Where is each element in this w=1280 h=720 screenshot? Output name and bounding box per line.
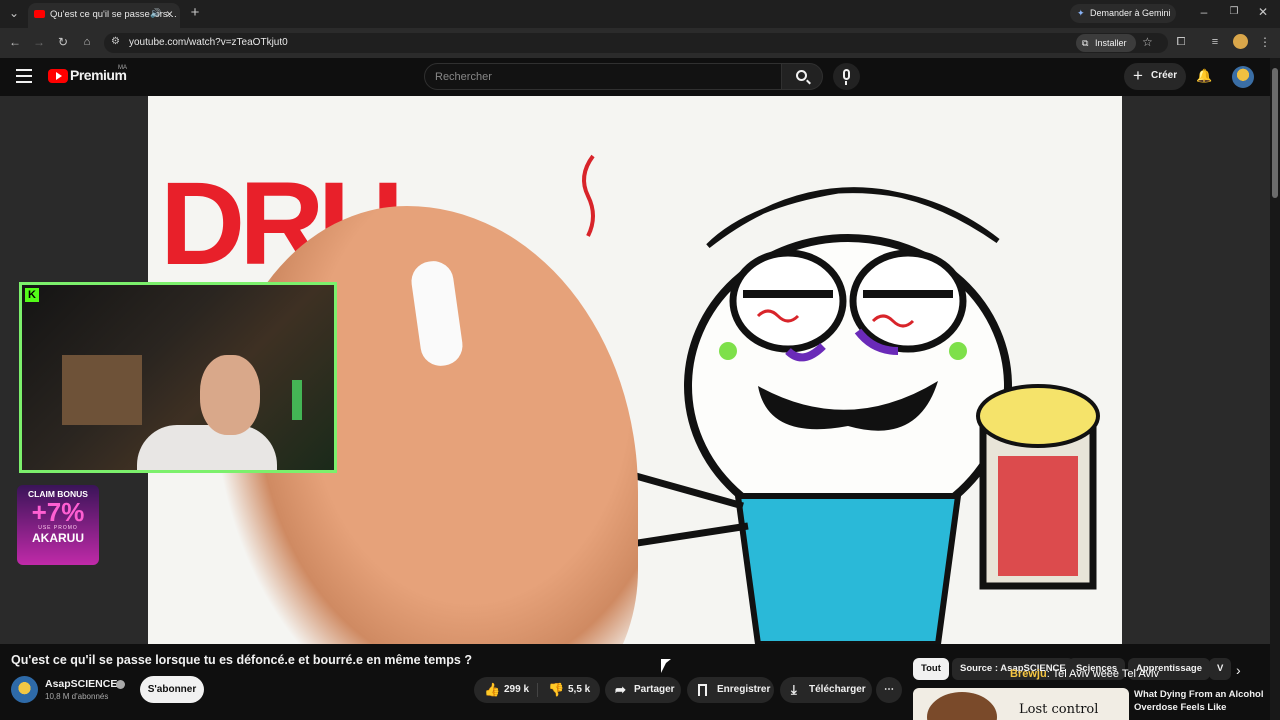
thumbnail-figure [927,692,997,720]
back-icon[interactable]: ← [6,34,24,52]
recommendation-title[interactable]: What Dying From an Alcohol Overdose Feel… [1134,688,1264,714]
download-button[interactable]: ⤓ Télécharger [780,677,872,703]
video-title: Qu'est ce qu'il se passe lorsque tu es d… [11,653,472,667]
gemini-button[interactable]: ✦ Demander à Gemini [1070,4,1176,23]
download-icon: ⤓ [791,682,797,697]
promo-line-2: +7% [31,497,85,527]
save-label: Enregistrer [717,684,771,695]
minimize-icon[interactable]: – [1195,4,1213,22]
like-icon[interactable]: 👍 [484,677,500,703]
share-button[interactable]: ➦ Partager [605,677,681,703]
more-icon: ⋯ [884,684,894,695]
channel-name[interactable]: AsapSCIENCE [45,678,117,690]
profile-avatar[interactable] [1233,34,1248,49]
chat-username: Brewju [1010,668,1047,680]
bookmark-icon [698,684,707,696]
share-icon: ➦ [615,682,626,697]
reload-icon[interactable]: ↻ [54,34,72,52]
browser-tab-active[interactable]: Qu'est ce qu'il se passe lors… 🔊 × [28,3,180,28]
page-scrollbar[interactable] [1270,58,1280,720]
character-left-eye [729,249,847,353]
gemini-icon: ✦ [1077,8,1085,18]
voice-search-button[interactable] [833,63,860,90]
gemini-label: Demander à Gemini [1090,8,1171,18]
address-bar[interactable]: ⚙ youtube.com/watch?v=zTeaOTkjut0 ⧉ Inst… [104,33,1168,53]
youtube-header: Premium MA Rechercher + Créer 🔔 [0,58,1280,96]
chips-next-chevron-icon[interactable]: › [1236,662,1241,678]
share-label: Partager [634,684,675,695]
user-avatar[interactable] [1232,66,1254,88]
subscribe-button[interactable]: S'abonner [140,676,204,703]
search-icon [796,70,807,81]
mouse-cursor-icon [661,659,671,673]
like-count[interactable]: 299 k [504,677,529,703]
streamer-shirt [137,425,277,470]
character-right-eye [849,249,967,353]
create-label: Créer [1151,70,1178,81]
search-placeholder: Rechercher [435,71,492,83]
youtube-logo-icon[interactable] [48,69,68,83]
verified-badge-icon [116,680,125,689]
site-info-icon[interactable]: ⚙ [111,36,120,47]
forward-icon[interactable]: → [30,34,48,52]
search-button[interactable] [781,63,823,90]
media-control-icon[interactable]: ≡ [1206,34,1224,52]
speaker-icon: 🔊 [150,8,162,18]
browser-tab-bar: ⌄ Qu'est ce qu'il se passe lors… 🔊 × + ✦… [0,0,1280,28]
scrollbar-thumb[interactable] [1272,68,1278,198]
chat-message: Brewju: Tel Aviv weee Tel Aviv [1010,668,1159,680]
dislike-icon[interactable]: 👎 [548,677,564,703]
tab-close-icon[interactable]: × [166,7,173,21]
promo-badge: CLAIM BONUS +7% USE PROMO AKARUU [17,485,99,565]
subscriber-count: 10,8 M d'abonnés [45,692,109,701]
create-button[interactable]: + Créer [1124,63,1186,90]
window-close-icon[interactable]: ✕ [1254,4,1272,22]
webcam-boxes [62,355,142,425]
thumbnail-text: Lost control [1019,702,1099,717]
hamburger-menu-icon[interactable] [16,69,32,83]
save-button[interactable]: Enregistrer [687,677,774,703]
new-tab-icon[interactable]: + [186,5,204,23]
install-icon: ⧉ [1082,38,1089,48]
notifications-bell-icon[interactable]: 🔔 [1196,68,1212,84]
youtube-favicon-icon [34,10,45,18]
kick-logo-icon: K [25,288,39,302]
webcam-overlay: K [19,282,337,473]
microphone-icon [843,69,850,80]
webcam-green-light [292,380,302,420]
logo-region-badge: MA [118,65,127,71]
plus-icon: + [1133,66,1143,85]
character-shirt [734,493,962,644]
download-label: Télécharger [809,684,866,695]
channel-avatar[interactable] [11,676,38,703]
restore-icon[interactable]: ❐ [1225,4,1243,22]
chip-all[interactable]: Tout [913,658,949,680]
extensions-icon[interactable]: ⧠ [1172,34,1190,52]
install-button[interactable]: ⧉ Installer [1076,34,1136,52]
like-dislike-group: 👍 299 k 👎 5,5 k [474,677,600,703]
video-player[interactable]: DRU K CLAIM BONUS +7% USE PROMO AKARUU [0,96,1270,644]
home-icon[interactable]: ⌂ [78,34,96,52]
bookmark-star-icon[interactable]: ☆ [1142,35,1153,49]
install-label: Installer [1095,38,1127,48]
more-actions-button[interactable]: ⋯ [876,677,902,703]
dislike-count[interactable]: 5,5 k [568,677,590,703]
search-input[interactable]: Rechercher [424,63,782,90]
browser-menu-icon[interactable]: ⋮ [1256,34,1274,52]
recommendation-thumbnail[interactable]: Lost control [913,688,1129,720]
promo-line-4: AKARUU [32,531,84,545]
chat-text: : Tel Aviv weee Tel Aviv [1046,668,1159,680]
tab-search-chevron-icon[interactable]: ⌄ [5,5,23,23]
chip-more[interactable]: V [1209,658,1231,680]
streamer-face [200,355,260,435]
url-text: youtube.com/watch?v=zTeaOTkjut0 [129,37,288,48]
